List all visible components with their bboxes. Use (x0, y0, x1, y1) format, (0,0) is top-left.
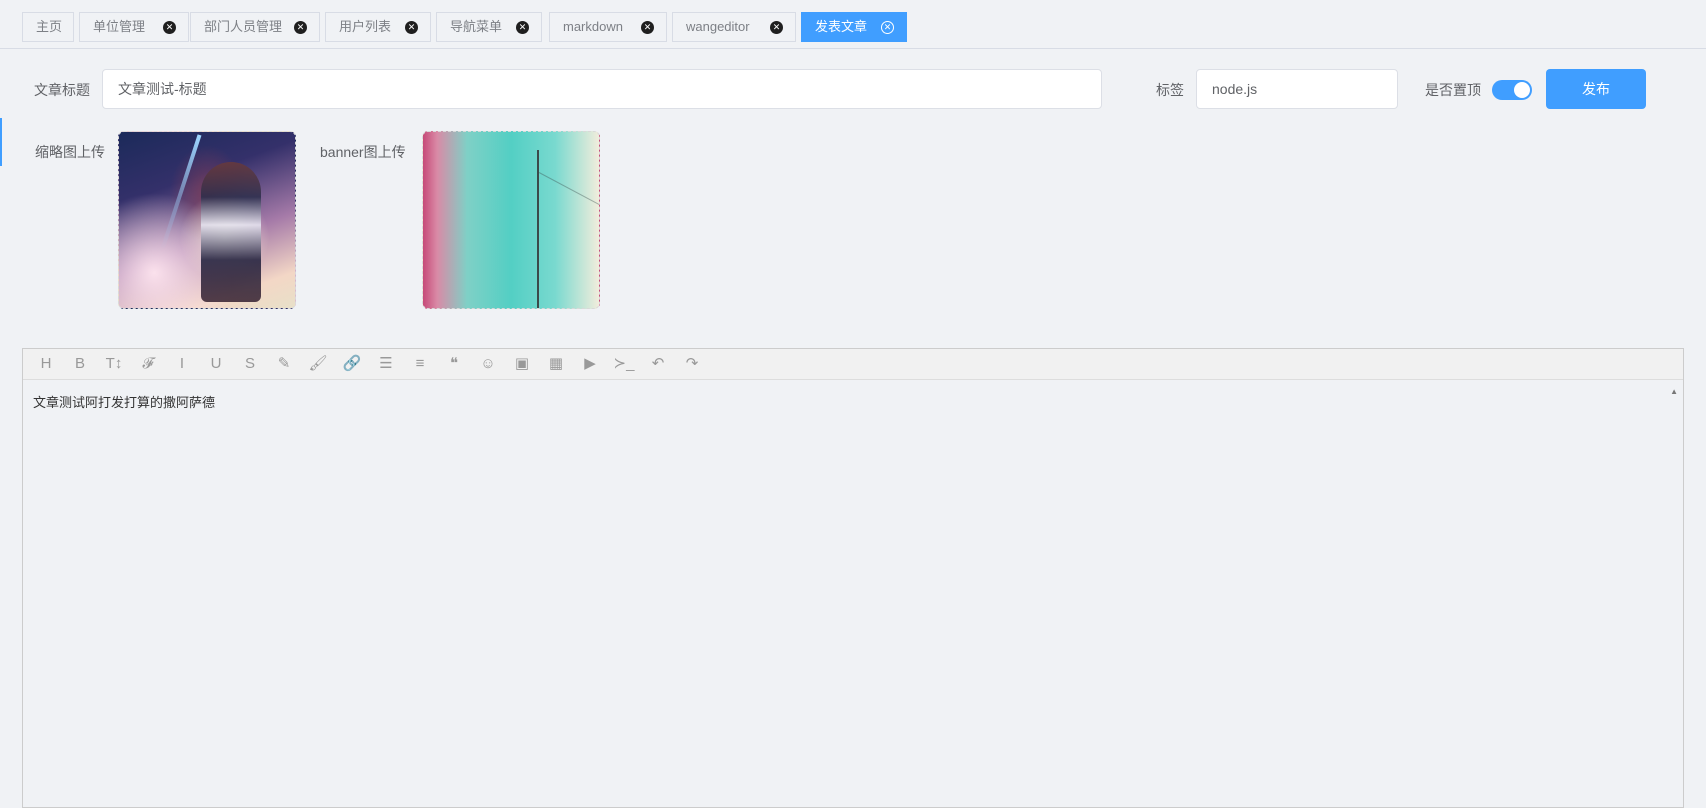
video-icon[interactable]: ▶ (575, 349, 605, 379)
left-accent-bar (0, 118, 2, 166)
title-input[interactable] (102, 69, 1102, 109)
banner-image (537, 150, 539, 308)
banner-upload[interactable] (422, 131, 600, 309)
tab-department-staff[interactable]: 部门人员管理 ✕ (190, 12, 320, 42)
table-icon[interactable]: ▦ (541, 349, 571, 379)
pin-toggle[interactable] (1492, 80, 1532, 100)
underline-icon[interactable]: U (201, 349, 231, 379)
scroll-up-icon[interactable]: ▲ (1670, 387, 1678, 396)
redo-icon[interactable]: ↷ (677, 349, 707, 379)
thumbnail-decoration (160, 134, 202, 250)
tab-nav-menu[interactable]: 导航菜单 ✕ (436, 12, 542, 42)
justify-icon[interactable]: ≡ (405, 349, 435, 379)
undo-icon[interactable]: ↶ (643, 349, 673, 379)
tab-publish-article[interactable]: 发表文章 ✕ (801, 12, 907, 42)
tab-wangeditor[interactable]: wangeditor ✕ (672, 12, 796, 42)
link-icon[interactable]: 🔗 (337, 349, 367, 379)
tab-unit-management[interactable]: 单位管理 ✕ (79, 12, 189, 42)
editor-toolbar: H B T↕ 𝓕 I U S ✎ 🖌 🔗 ☰ ≡ ❝ ☺ ▣ ▦ ▶ ≻_ ↶ ↷ (23, 349, 1683, 380)
tab-label: 导航菜单 (450, 19, 503, 34)
italic-icon[interactable]: I (167, 349, 197, 379)
code-icon[interactable]: ≻_ (609, 349, 639, 379)
font-name-icon[interactable]: 𝓕 (133, 349, 163, 379)
heading-icon[interactable]: H (31, 349, 61, 379)
list-icon[interactable]: ☰ (371, 349, 401, 379)
tab-label: 发表文章 (815, 19, 868, 34)
thumbnail-image (201, 162, 261, 302)
font-size-icon[interactable]: T↕ (99, 349, 129, 379)
tab-bar: 主页 单位管理 ✕ 部门人员管理 ✕ 用户列表 ✕ 导航菜单 ✕ markdow… (0, 0, 1706, 49)
fore-color-icon[interactable]: ✎ (269, 349, 299, 379)
banner-label: banner图上传 (320, 144, 406, 160)
tab-label: markdown (563, 19, 623, 34)
pin-label: 是否置顶 (1425, 82, 1481, 98)
tab-label: 单位管理 (93, 19, 146, 34)
title-label: 文章标题 (34, 82, 90, 98)
tab-label: 部门人员管理 (204, 19, 283, 34)
close-icon[interactable]: ✕ (405, 21, 418, 34)
quote-icon[interactable]: ❝ (439, 349, 469, 379)
tag-input[interactable] (1196, 69, 1398, 109)
image-icon[interactable]: ▣ (507, 349, 537, 379)
close-icon[interactable]: ✕ (641, 21, 654, 34)
tab-label: wangeditor (686, 19, 750, 34)
close-icon[interactable]: ✕ (881, 21, 894, 34)
banner-decoration (538, 172, 599, 206)
emoticon-icon[interactable]: ☺ (473, 349, 503, 379)
tab-markdown[interactable]: markdown ✕ (549, 12, 667, 42)
thumbnail-upload[interactable] (118, 131, 296, 309)
publish-button[interactable]: 发布 (1546, 69, 1646, 109)
close-icon[interactable]: ✕ (163, 21, 176, 34)
back-color-icon[interactable]: 🖌 (303, 349, 333, 379)
tag-label: 标签 (1156, 82, 1184, 98)
tab-label: 主页 (36, 19, 63, 34)
tab-user-list[interactable]: 用户列表 ✕ (325, 12, 431, 42)
close-icon[interactable]: ✕ (294, 21, 307, 34)
tab-home[interactable]: 主页 (22, 12, 74, 42)
bold-icon[interactable]: B (65, 349, 95, 379)
rich-text-editor: H B T↕ 𝓕 I U S ✎ 🖌 🔗 ☰ ≡ ❝ ☺ ▣ ▦ ▶ ≻_ ↶ ↷ 文章测试阿打发打算的撒阿萨德 ▲ (22, 348, 1684, 808)
tab-label: 用户列表 (339, 19, 392, 34)
close-icon[interactable]: ✕ (516, 21, 529, 34)
strikethrough-icon[interactable]: S (235, 349, 265, 379)
toggle-knob (1514, 82, 1530, 98)
editor-content[interactable]: 文章测试阿打发打算的撒阿萨德 (23, 380, 1683, 423)
thumbnail-label: 缩略图上传 (35, 144, 105, 160)
close-icon[interactable]: ✕ (770, 21, 783, 34)
